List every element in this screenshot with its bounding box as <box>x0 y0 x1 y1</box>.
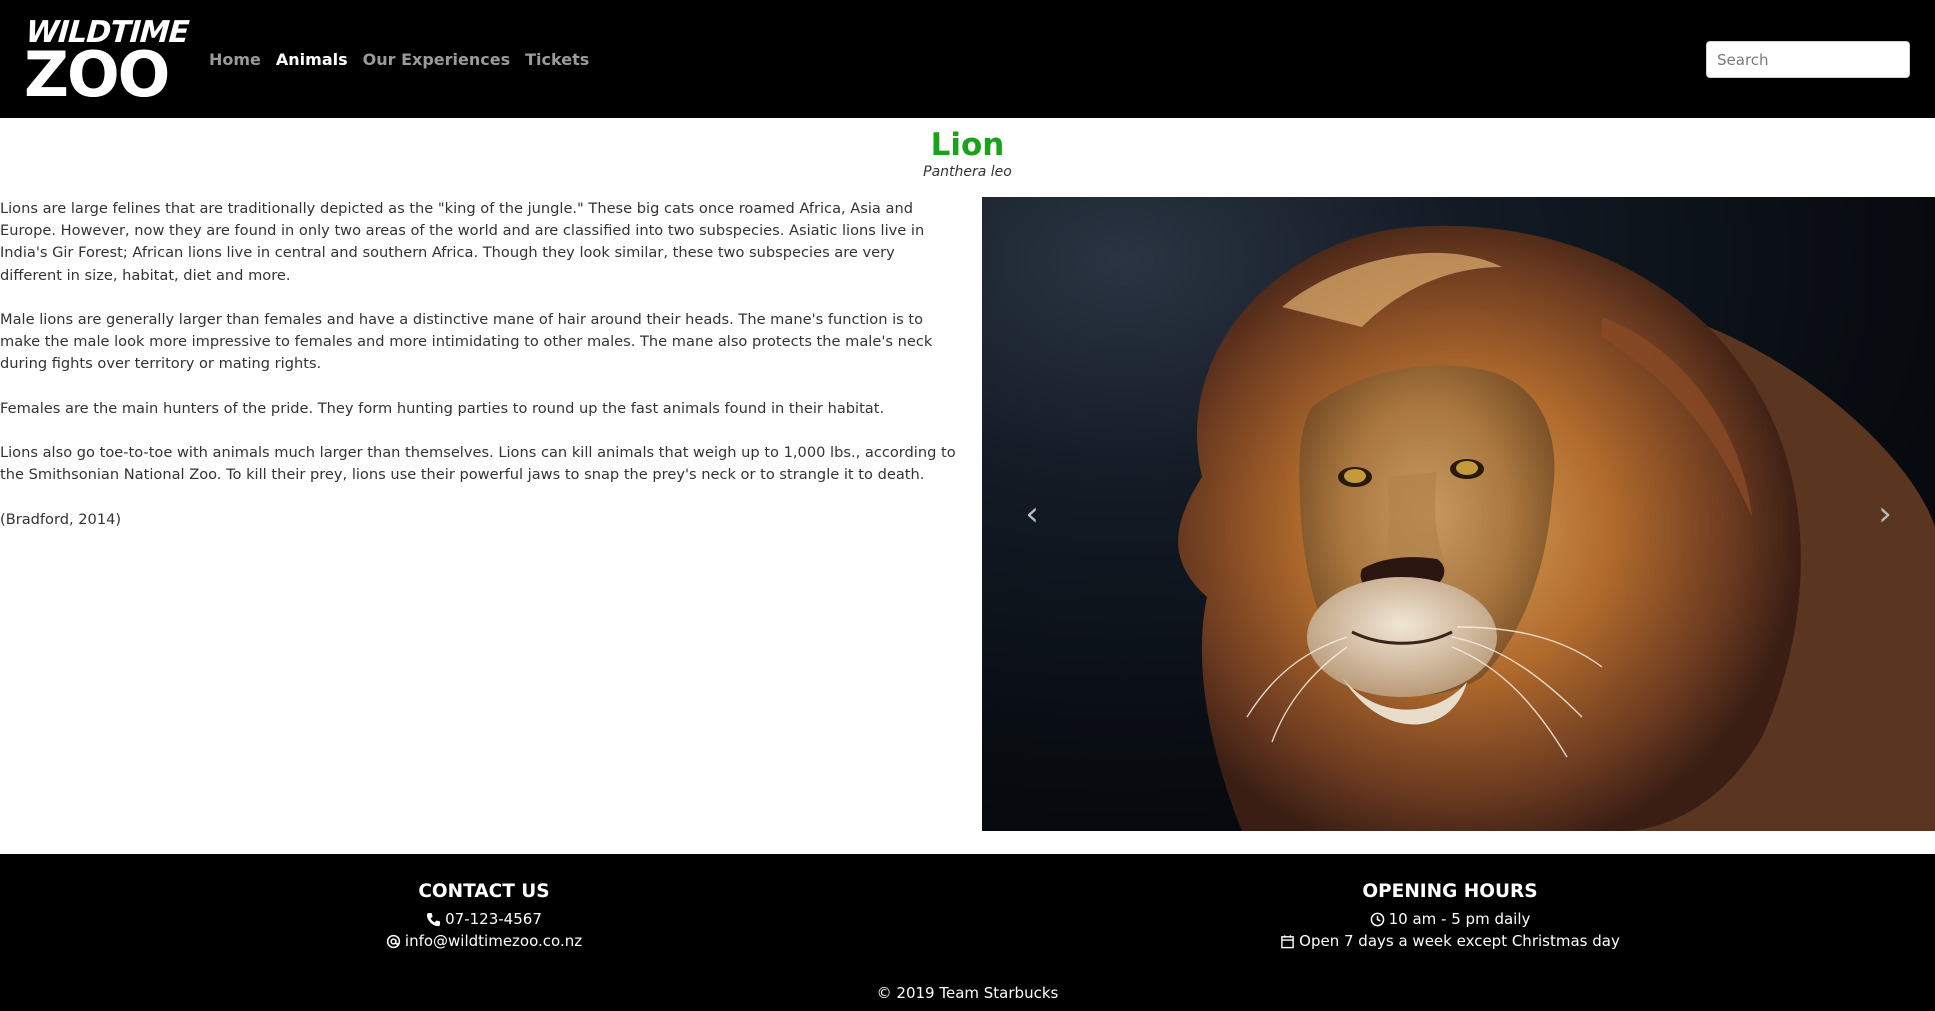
hours-days: Open 7 days a week except Christmas day <box>1233 930 1667 952</box>
search-input[interactable] <box>1706 41 1910 78</box>
citation: (Bradford, 2014) <box>0 510 122 528</box>
copyright: © 2019 Team Starbucks <box>876 984 1059 1002</box>
contact-email: info@wildtimezoo.co.nz <box>320 930 648 952</box>
contact-phone: 07-123-4567 <box>320 908 648 930</box>
description-paragraph: Lions are large felines that are traditi… <box>0 200 925 284</box>
email-address[interactable]: info@wildtimezoo.co.nz <box>405 930 582 952</box>
image-carousel: ‹ › <box>982 197 1935 831</box>
hours-days-text: Open 7 days a week except Christmas day <box>1299 932 1620 950</box>
main-nav: Home Animals Our Experiences Tickets <box>209 50 604 70</box>
opening-hours-section: OPENING HOURS 10 am - 5 pm daily Open 7 … <box>1233 878 1667 952</box>
zoo-logo[interactable]: WILDTIME ZOO <box>24 15 190 108</box>
nav-link-home[interactable]: Home <box>209 50 261 70</box>
hours-daily-text: 10 am - 5 pm daily <box>1388 910 1531 928</box>
description-paragraph: Lions also go toe-to-toe with animals mu… <box>0 444 956 484</box>
lion-photo <box>982 197 1935 831</box>
hours-daily: 10 am - 5 pm daily <box>1233 908 1667 930</box>
carousel-next-button[interactable]: › <box>1835 197 1935 831</box>
clock-icon <box>1370 912 1384 926</box>
chevron-left-icon: ‹ <box>1025 494 1039 534</box>
nav-link-tickets[interactable]: Tickets <box>525 50 589 70</box>
description-paragraph: Females are the main hunters of the prid… <box>0 399 885 417</box>
description-paragraph: Male lions are generally larger than fem… <box>0 311 933 373</box>
nav-link-animals[interactable]: Animals <box>276 50 348 70</box>
opening-hours-heading: OPENING HOURS <box>1362 881 1538 902</box>
contact-section: CONTACT US 07-123-4567 info@wildtimezoo.… <box>320 878 648 952</box>
navbar: WILDTIME ZOO Home Animals Our Experience… <box>0 0 1935 118</box>
chevron-right-icon: › <box>1878 494 1892 534</box>
carousel-prev-button[interactable]: ‹ <box>982 197 1082 831</box>
scientific-name: Panthera leo <box>923 164 1012 180</box>
animal-name-heading: Lion <box>930 127 1005 163</box>
calendar-icon <box>1281 934 1294 948</box>
at-icon <box>386 934 401 948</box>
contact-heading: CONTACT US <box>418 881 550 902</box>
phone-icon <box>427 912 441 926</box>
logo-line-2: ZOO <box>24 38 170 111</box>
phone-number[interactable]: 07-123-4567 <box>445 908 542 930</box>
animal-description: Lions are large felines that are traditi… <box>0 198 960 553</box>
footer: CONTACT US 07-123-4567 info@wildtimezoo.… <box>0 854 1935 1011</box>
nav-link-our-experiences[interactable]: Our Experiences <box>363 50 510 70</box>
